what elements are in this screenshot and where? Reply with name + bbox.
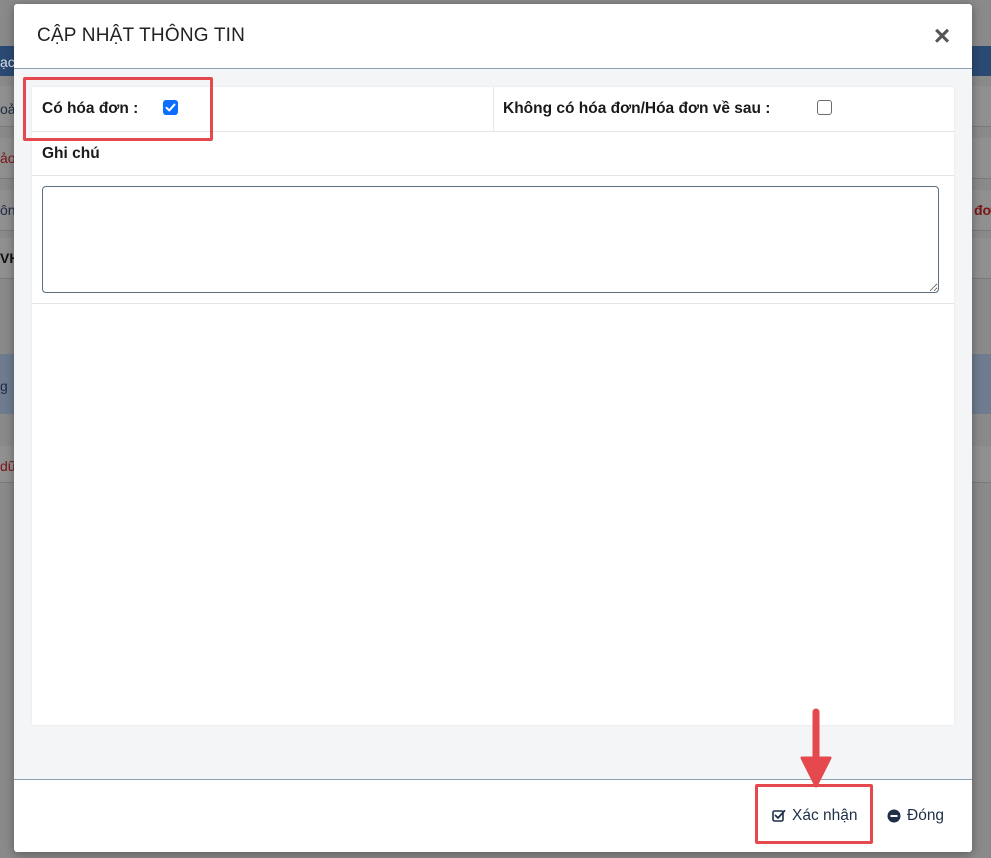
background-text: ạc — [0, 54, 15, 70]
arrow-down-icon — [800, 708, 832, 788]
background-text: đơ — [974, 202, 991, 218]
no-invoice-checkbox[interactable] — [817, 100, 832, 115]
close-icon[interactable]: × — [930, 22, 954, 50]
modal-header: CẬP NHẬT THÔNG TIN × — [14, 4, 972, 69]
background-text: g — [0, 378, 8, 394]
modal-title: CẬP NHẬT THÔNG TIN — [37, 25, 246, 46]
highlight-box-invoice — [23, 77, 213, 141]
cell-divider — [493, 87, 494, 131]
no-invoice-label: Không có hóa đơn/Hóa đơn về sau : — [503, 100, 771, 117]
minus-circle-icon — [887, 809, 901, 823]
note-textarea[interactable] — [42, 186, 939, 293]
form-card: Có hóa đơn : Không có hóa đơn/Hóa đơn về… — [32, 87, 954, 725]
note-input-row — [32, 176, 954, 304]
close-button[interactable]: Đóng — [887, 807, 944, 825]
note-label: Ghi chú — [42, 145, 100, 162]
modal-body: Có hóa đơn : Không có hóa đơn/Hóa đơn về… — [14, 69, 972, 779]
close-label: Đóng — [907, 807, 945, 824]
highlight-box-confirm — [755, 784, 873, 844]
